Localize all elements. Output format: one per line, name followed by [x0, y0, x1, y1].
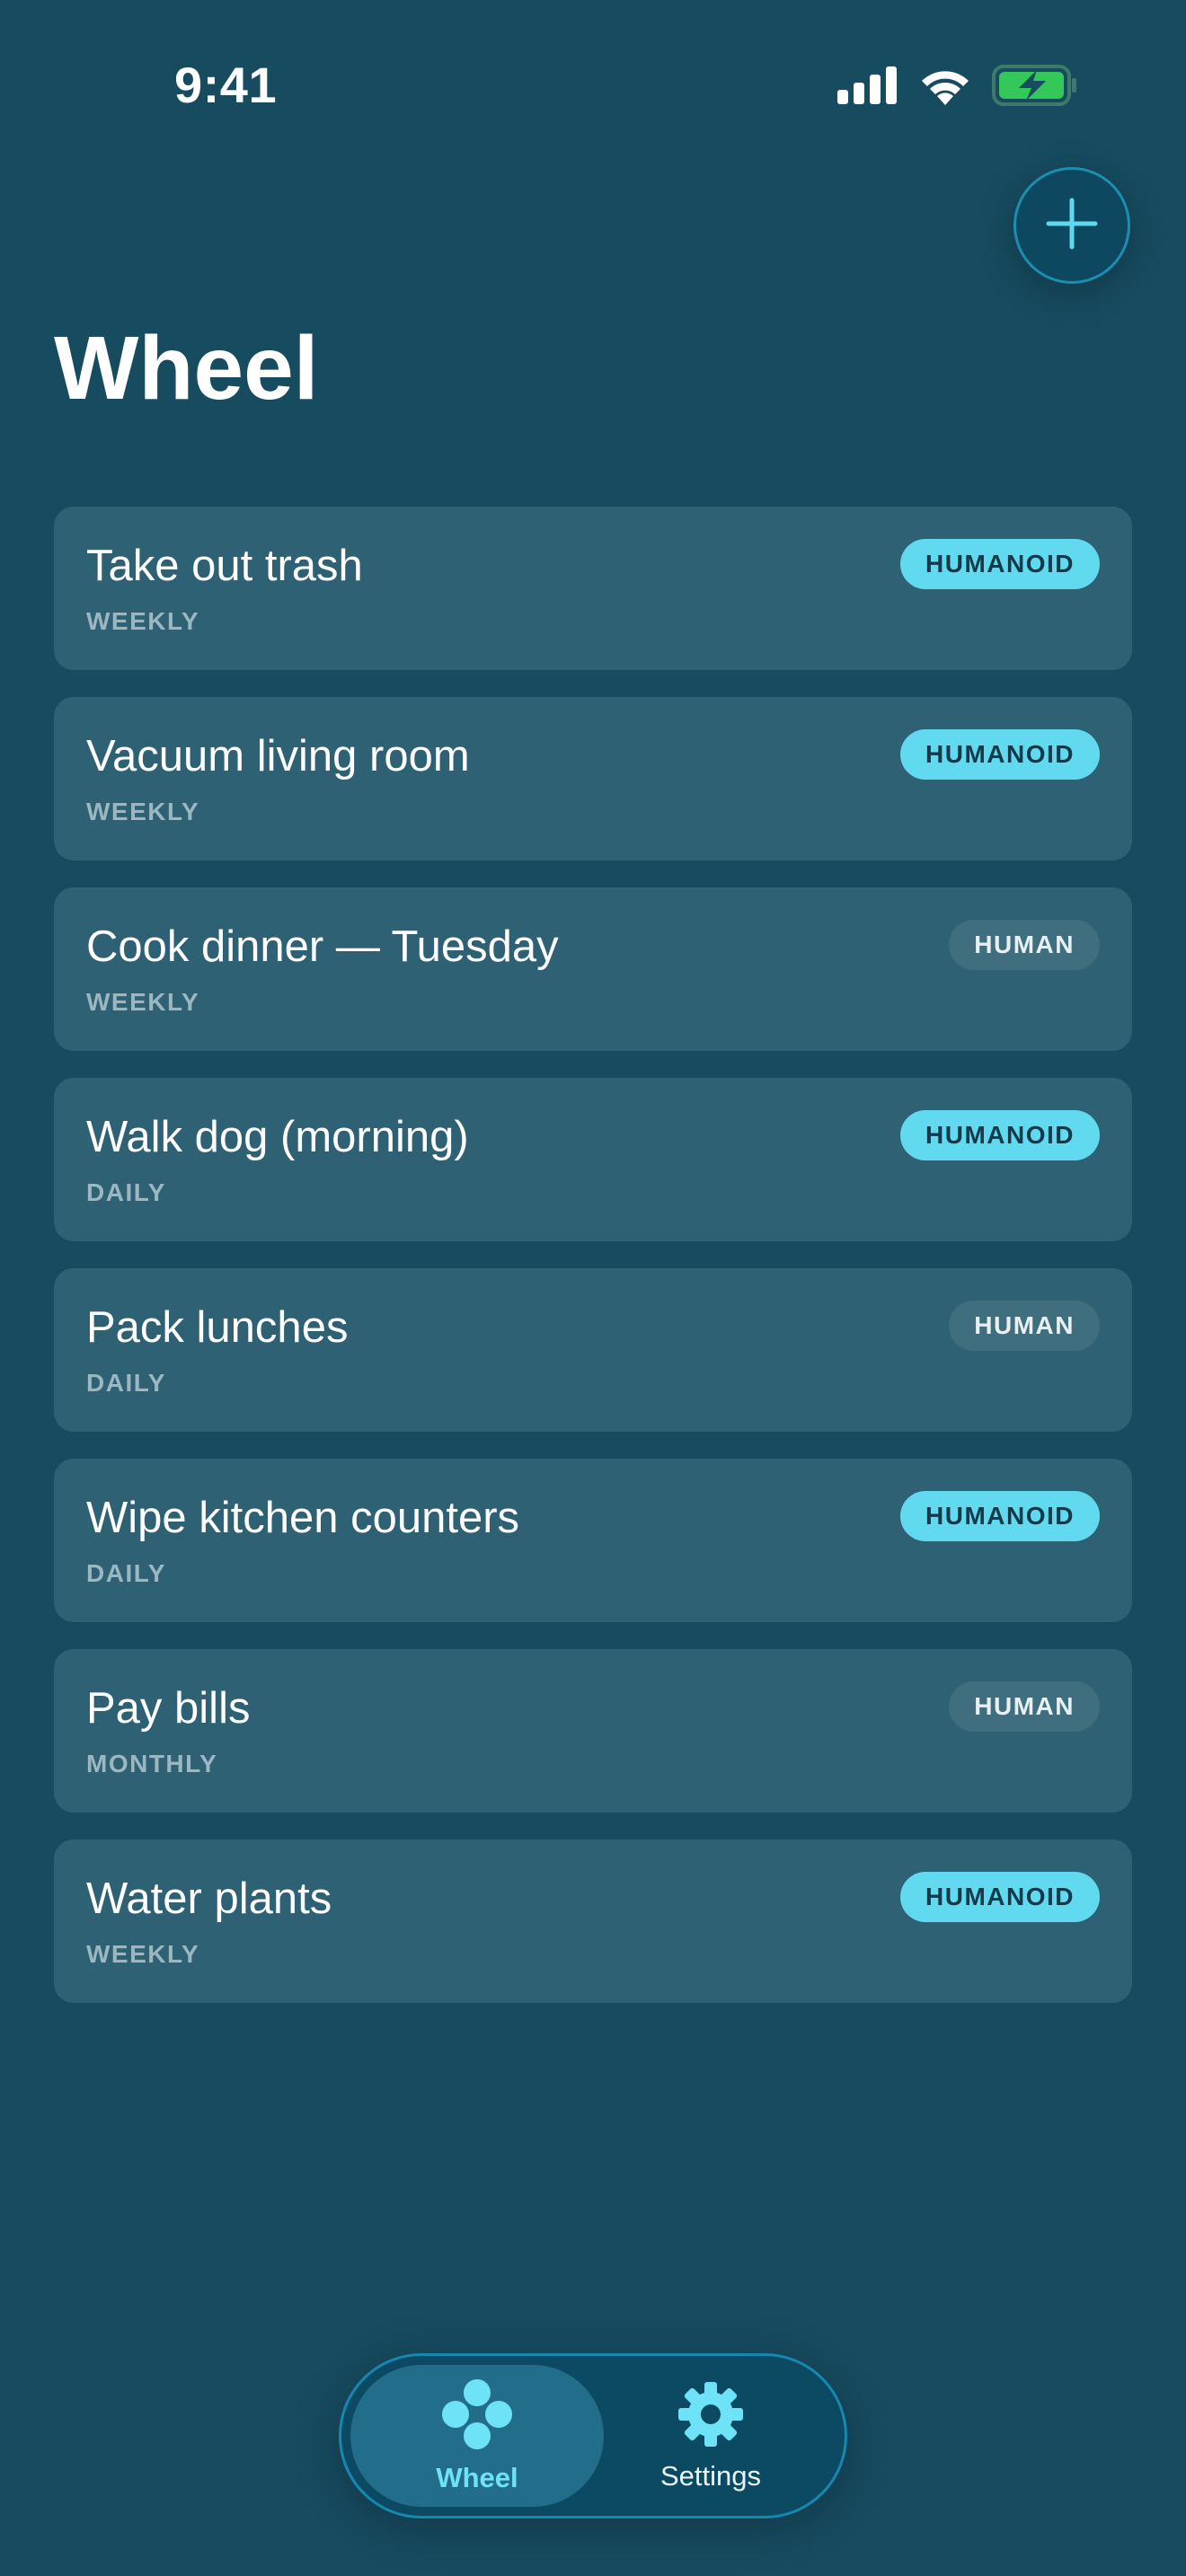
wheel-dots-icon: [439, 2378, 515, 2455]
assignee-badge: HUMANOID: [900, 1491, 1100, 1541]
tab-bar: Wheel Settings: [339, 2353, 847, 2519]
assignee-badge: HUMANOID: [900, 729, 1100, 780]
add-task-button[interactable]: [1013, 167, 1130, 284]
task-title: Pack lunches: [86, 1303, 349, 1352]
task-frequency: WEEKLY: [86, 988, 200, 1016]
assignee-badge: HUMAN: [949, 1681, 1100, 1732]
assignee-badge: HUMAN: [949, 1301, 1100, 1351]
task-card[interactable]: Cook dinner — Tuesday WEEKLY HUMAN: [54, 887, 1132, 1051]
task-title: Wipe kitchen counters: [86, 1494, 520, 1542]
task-card[interactable]: Pack lunches DAILY HUMAN: [54, 1268, 1132, 1432]
tab-label: Settings: [659, 2459, 761, 2492]
task-title: Walk dog (morning): [86, 1113, 469, 1161]
assignee-badge: HUMANOID: [900, 1872, 1100, 1922]
task-frequency: MONTHLY: [86, 1750, 218, 1778]
assignee-badge: HUMANOID: [900, 539, 1100, 589]
cellular-signal-icon: [837, 66, 898, 109]
page-title: Wheel: [54, 318, 319, 419]
assignee-badge: HUMAN: [949, 920, 1100, 970]
task-card[interactable]: Water plants WEEKLY HUMANOID: [54, 1839, 1132, 2003]
task-frequency: DAILY: [86, 1369, 166, 1397]
gear-icon: [677, 2380, 745, 2453]
task-title: Take out trash: [86, 542, 363, 590]
status-bar: 9:41: [0, 0, 1186, 171]
task-card[interactable]: Wipe kitchen counters DAILY HUMANOID: [54, 1459, 1132, 1622]
task-title: Vacuum living room: [86, 732, 470, 781]
task-card[interactable]: Walk dog (morning) DAILY HUMANOID: [54, 1078, 1132, 1241]
assignee-badge: HUMANOID: [900, 1110, 1100, 1160]
tab-wheel[interactable]: Wheel: [350, 2365, 604, 2507]
task-frequency: WEEKLY: [86, 798, 200, 825]
wifi-icon: [918, 66, 972, 110]
status-icons: [837, 65, 1078, 110]
task-title: Cook dinner — Tuesday: [86, 922, 559, 971]
tab-label: Wheel: [436, 2461, 518, 2493]
task-list: Take out trash WEEKLY HUMANOID Vacuum li…: [54, 507, 1132, 2030]
plus-icon: [1045, 197, 1099, 255]
battery-icon: [992, 65, 1078, 110]
task-title: Water plants: [86, 1875, 332, 1923]
task-frequency: WEEKLY: [86, 1940, 200, 1968]
task-card[interactable]: Pay bills MONTHLY HUMAN: [54, 1649, 1132, 1813]
task-title: Pay bills: [86, 1684, 251, 1733]
task-frequency: DAILY: [86, 1178, 166, 1206]
status-time: 9:41: [174, 57, 278, 113]
tab-settings[interactable]: Settings: [584, 2365, 837, 2507]
task-card[interactable]: Vacuum living room WEEKLY HUMANOID: [54, 697, 1132, 860]
task-frequency: DAILY: [86, 1559, 166, 1587]
task-frequency: WEEKLY: [86, 607, 200, 635]
task-card[interactable]: Take out trash WEEKLY HUMANOID: [54, 507, 1132, 670]
